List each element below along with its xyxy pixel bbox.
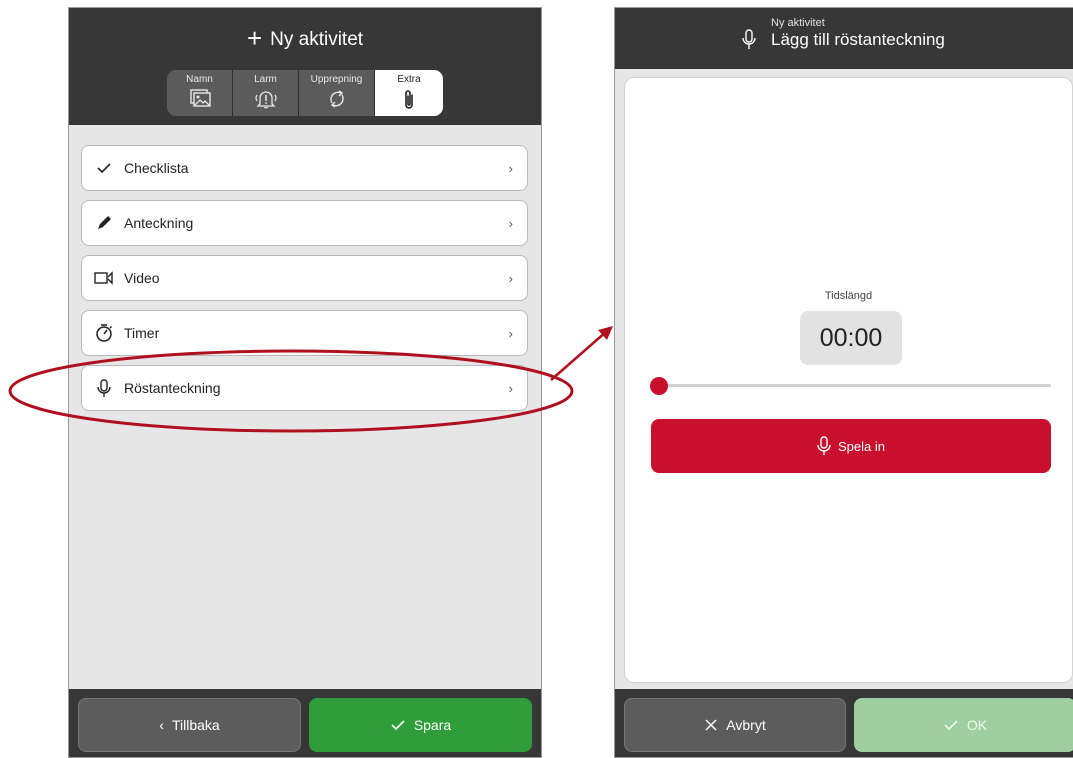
chevron-left-icon: ‹ <box>159 717 164 733</box>
footer-bar: ‹ Tillbaka Spara <box>69 689 541 757</box>
record-button[interactable]: Spela in <box>651 419 1051 473</box>
tab-namn[interactable]: Namn <box>167 70 233 116</box>
tab-bar: Namn Larm Upprepning Extra <box>167 70 443 116</box>
repeat-icon <box>329 90 344 108</box>
playback-slider-handle[interactable] <box>650 377 668 395</box>
voice-note-header: Ny aktivitet Lägg till röstanteckning <box>615 8 1073 69</box>
paperclip-icon <box>405 90 413 109</box>
voice-note-screen: Ny aktivitet Lägg till röstanteckning Ti… <box>614 7 1073 758</box>
tab-larm[interactable]: Larm <box>233 70 299 116</box>
list-item-video[interactable]: Video › <box>81 255 528 301</box>
footer-bar: Avbryt OK <box>615 689 1073 757</box>
microphone-icon <box>741 28 757 55</box>
pencil-icon <box>84 214 124 232</box>
bell-alert-icon <box>254 91 277 109</box>
microphone-icon <box>817 436 831 456</box>
ok-button[interactable]: OK <box>854 698 1073 752</box>
chevron-right-icon: › <box>508 325 513 341</box>
recorder-card: Tidslängd 00:00 Spela in <box>624 77 1073 683</box>
list-item-checklista[interactable]: Checklista › <box>81 145 528 191</box>
image-icon <box>189 89 211 107</box>
chevron-right-icon: › <box>508 160 513 176</box>
back-button[interactable]: ‹ Tillbaka <box>78 698 301 752</box>
activity-screen: + Ny aktivitet Namn Larm Upprepning Extra <box>68 7 542 758</box>
check-icon <box>390 719 406 731</box>
check-icon <box>84 162 124 174</box>
extra-options-list: Checklista › Anteckning › Video › Timer … <box>81 145 528 420</box>
video-icon <box>84 270 124 286</box>
chevron-right-icon: › <box>508 380 513 396</box>
callout-arrowhead <box>598 326 613 340</box>
plus-icon: + <box>246 23 263 53</box>
tab-extra[interactable]: Extra <box>375 70 443 116</box>
duration-label: Tidslängd <box>824 290 873 302</box>
list-item-rostanteckning[interactable]: Röstanteckning › <box>81 365 528 411</box>
save-button[interactable]: Spara <box>309 698 532 752</box>
chevron-right-icon: › <box>508 270 513 286</box>
microphone-icon <box>84 378 124 398</box>
chevron-right-icon: › <box>508 215 513 231</box>
cancel-button[interactable]: Avbryt <box>624 698 846 752</box>
page-title: + Ny aktivitet <box>246 23 364 53</box>
tab-upprepning[interactable]: Upprepning <box>299 70 375 116</box>
stopwatch-icon <box>84 323 124 343</box>
close-icon <box>704 718 718 732</box>
playback-slider-track[interactable] <box>659 384 1051 387</box>
list-item-anteckning[interactable]: Anteckning › <box>81 200 528 246</box>
check-icon <box>943 719 959 731</box>
list-item-timer[interactable]: Timer › <box>81 310 528 356</box>
callout-arrow <box>550 330 608 381</box>
activity-header: + Ny aktivitet Namn Larm Upprepning Extra <box>69 8 541 125</box>
duration-display: 00:00 <box>800 311 902 365</box>
